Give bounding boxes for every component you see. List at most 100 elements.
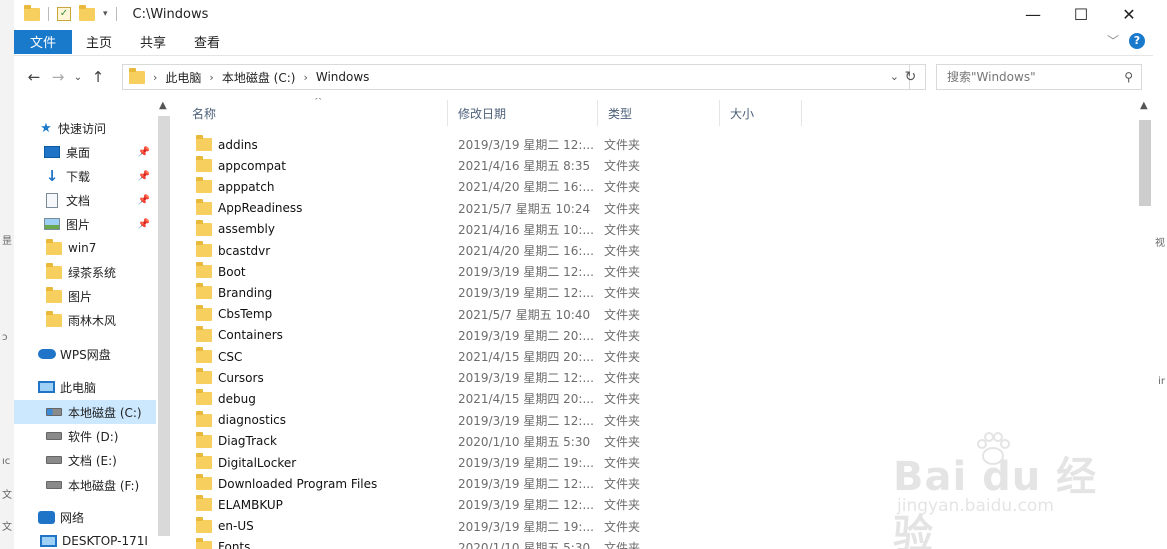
- nav-item-pictures-folder[interactable]: 图片: [46, 284, 156, 308]
- navigation-pane-scrollbar[interactable]: ▲: [156, 98, 172, 549]
- column-header-modified[interactable]: 修改日期: [448, 100, 598, 126]
- nav-desktop-computer[interactable]: DESKTOP-171I: [40, 529, 156, 549]
- quick-access-dropdown-icon[interactable]: ▾: [103, 9, 108, 19]
- file-row[interactable]: Cursors 2019/3/19 星期二 12:... 文件夹: [182, 367, 802, 388]
- tab-view[interactable]: 查看: [180, 30, 234, 54]
- file-name-cell[interactable]: Branding: [196, 283, 272, 300]
- file-row[interactable]: debug 2021/4/15 星期四 20:... 文件夹: [182, 388, 802, 409]
- nav-item-pictures[interactable]: 图片 📌: [44, 212, 156, 236]
- file-name-cell[interactable]: Fonts: [196, 537, 250, 549]
- refresh-button[interactable]: ↻: [896, 64, 926, 90]
- breadcrumb-windows[interactable]: Windows: [316, 70, 370, 84]
- file-name-cell[interactable]: Containers: [196, 325, 283, 342]
- nav-drive-c[interactable]: 本地磁盘 (C:): [14, 400, 156, 424]
- file-row[interactable]: bcastdvr 2021/4/20 星期二 16:... 文件夹: [182, 240, 802, 261]
- file-name-cell[interactable]: Boot: [196, 262, 246, 279]
- nav-quick-access[interactable]: ★ 快速访问: [38, 116, 156, 140]
- column-header-name[interactable]: 名称 ^: [182, 98, 448, 126]
- file-name-cell[interactable]: Cursors: [196, 368, 264, 385]
- forward-arrow-icon[interactable]: →: [46, 68, 70, 86]
- nav-item-win7[interactable]: win7: [46, 236, 156, 260]
- file-name-cell[interactable]: addins: [196, 135, 258, 152]
- file-name-cell[interactable]: ELAMBKUP: [196, 495, 283, 512]
- tab-home[interactable]: 主页: [72, 30, 126, 54]
- back-arrow-icon[interactable]: ←: [22, 68, 46, 86]
- file-list-scrollbar[interactable]: ▲: [1137, 98, 1153, 549]
- pin-icon[interactable]: 📌: [138, 195, 150, 206]
- file-row[interactable]: DiagTrack 2020/1/10 星期五 5:30 文件夹: [182, 431, 802, 452]
- scroll-up-icon[interactable]: ▲: [1140, 100, 1148, 111]
- file-name-cell[interactable]: CbsTemp: [196, 304, 272, 321]
- nav-item-documents[interactable]: 文档 📌: [44, 188, 156, 212]
- file-name-cell[interactable]: debug: [196, 389, 256, 406]
- chevron-right-icon[interactable]: ›: [153, 71, 157, 84]
- file-name-cell[interactable]: assembly: [196, 219, 275, 236]
- file-row[interactable]: CbsTemp 2021/5/7 星期五 10:40 文件夹: [182, 304, 802, 325]
- file-name-cell[interactable]: diagnostics: [196, 410, 286, 427]
- nav-item-downloads[interactable]: ↓ 下载 📌: [44, 164, 156, 188]
- pin-icon[interactable]: 📌: [138, 219, 150, 230]
- file-row[interactable]: Boot 2019/3/19 星期二 12:... 文件夹: [182, 261, 802, 282]
- tab-file[interactable]: 文件: [14, 29, 73, 54]
- scrollbar-thumb[interactable]: [158, 116, 170, 536]
- tab-share[interactable]: 共享: [126, 30, 180, 54]
- up-arrow-icon[interactable]: ↑: [86, 68, 110, 86]
- chevron-right-icon[interactable]: ›: [209, 71, 213, 84]
- file-name-cell[interactable]: DigitalLocker: [196, 453, 296, 470]
- folder-icon: [196, 241, 212, 257]
- file-row[interactable]: AppReadiness 2021/5/7 星期五 10:24 文件夹: [182, 198, 802, 219]
- nav-network[interactable]: 网络: [38, 505, 156, 529]
- nav-drive-f[interactable]: 本地磁盘 (F:): [46, 473, 156, 497]
- pin-icon[interactable]: 📌: [138, 171, 150, 182]
- file-name-cell[interactable]: Downloaded Program Files: [196, 474, 377, 491]
- nav-item-lvcha-system[interactable]: 绿茶系统: [46, 260, 156, 284]
- file-row[interactable]: Downloaded Program Files 2019/3/19 星期二 12…: [182, 473, 802, 494]
- file-name-cell[interactable]: AppReadiness: [196, 198, 302, 215]
- maximize-button[interactable]: ☐: [1057, 0, 1105, 28]
- nav-drive-e[interactable]: 文档 (E:): [46, 448, 156, 472]
- column-header-size[interactable]: 大小: [720, 100, 802, 126]
- file-name-cell[interactable]: apppatch: [196, 177, 274, 194]
- breadcrumb-this-pc[interactable]: 此电脑: [165, 69, 201, 86]
- file-name-cell[interactable]: CSC: [196, 347, 242, 364]
- file-row[interactable]: ELAMBKUP 2019/3/19 星期二 12:... 文件夹: [182, 494, 802, 515]
- address-bar[interactable]: › 此电脑 › 本地磁盘 (C:) › Windows ⌄: [122, 64, 910, 90]
- file-row[interactable]: appcompat 2021/4/16 星期五 8:35 文件夹: [182, 155, 802, 176]
- scroll-up-icon[interactable]: ▲: [159, 100, 167, 111]
- nav-this-pc[interactable]: 此电脑: [38, 375, 156, 399]
- file-row[interactable]: addins 2019/3/19 星期二 12:... 文件夹: [182, 134, 802, 155]
- file-row[interactable]: Containers 2019/3/19 星期二 20:... 文件夹: [182, 325, 802, 346]
- file-name-cell[interactable]: bcastdvr: [196, 241, 270, 258]
- file-name-cell[interactable]: en-US: [196, 516, 254, 533]
- nav-drive-d[interactable]: 软件 (D:): [46, 424, 156, 448]
- file-row[interactable]: diagnostics 2019/3/19 星期二 12:... 文件夹: [182, 410, 802, 431]
- expand-ribbon-icon[interactable]: ﹀: [1107, 32, 1119, 49]
- nav-item-desktop[interactable]: 桌面 📌: [44, 140, 156, 164]
- pin-icon[interactable]: 📌: [138, 147, 150, 158]
- new-folder-icon[interactable]: [79, 4, 95, 21]
- nav-wps-cloud[interactable]: WPS网盘: [38, 342, 156, 366]
- column-header-type[interactable]: 类型: [598, 100, 720, 126]
- close-button[interactable]: ✕: [1105, 0, 1153, 28]
- search-input[interactable]: [947, 70, 1117, 84]
- file-row[interactable]: Branding 2019/3/19 星期二 12:... 文件夹: [182, 282, 802, 303]
- breadcrumb-local-disk-c[interactable]: 本地磁盘 (C:): [222, 69, 296, 86]
- file-row[interactable]: en-US 2019/3/19 星期二 19:... 文件夹: [182, 516, 802, 537]
- help-icon[interactable]: ?: [1129, 32, 1145, 49]
- scrollbar-thumb[interactable]: [1139, 120, 1151, 206]
- file-type: 文件夹: [604, 265, 641, 280]
- file-name-cell[interactable]: appcompat: [196, 156, 286, 173]
- recent-locations-chevron-icon[interactable]: ⌄: [70, 72, 86, 83]
- search-icon[interactable]: ⚲: [1124, 70, 1133, 84]
- file-row[interactable]: DigitalLocker 2019/3/19 星期二 19:... 文件夹: [182, 452, 802, 473]
- properties-icon[interactable]: ✓: [57, 7, 71, 21]
- file-row[interactable]: apppatch 2021/4/20 星期二 16:... 文件夹: [182, 176, 802, 197]
- file-row[interactable]: assembly 2021/4/16 星期五 10:... 文件夹: [182, 219, 802, 240]
- file-row[interactable]: Fonts 2020/1/10 星期五 5:30 文件夹: [182, 537, 802, 549]
- search-box[interactable]: ⚲: [936, 64, 1142, 90]
- file-row[interactable]: CSC 2021/4/15 星期四 20:... 文件夹: [182, 346, 802, 367]
- minimize-button[interactable]: —: [1009, 0, 1057, 28]
- chevron-right-icon[interactable]: ›: [303, 71, 307, 84]
- file-name-cell[interactable]: DiagTrack: [196, 431, 277, 448]
- nav-item-yulinmufeng[interactable]: 雨林木风: [46, 308, 156, 332]
